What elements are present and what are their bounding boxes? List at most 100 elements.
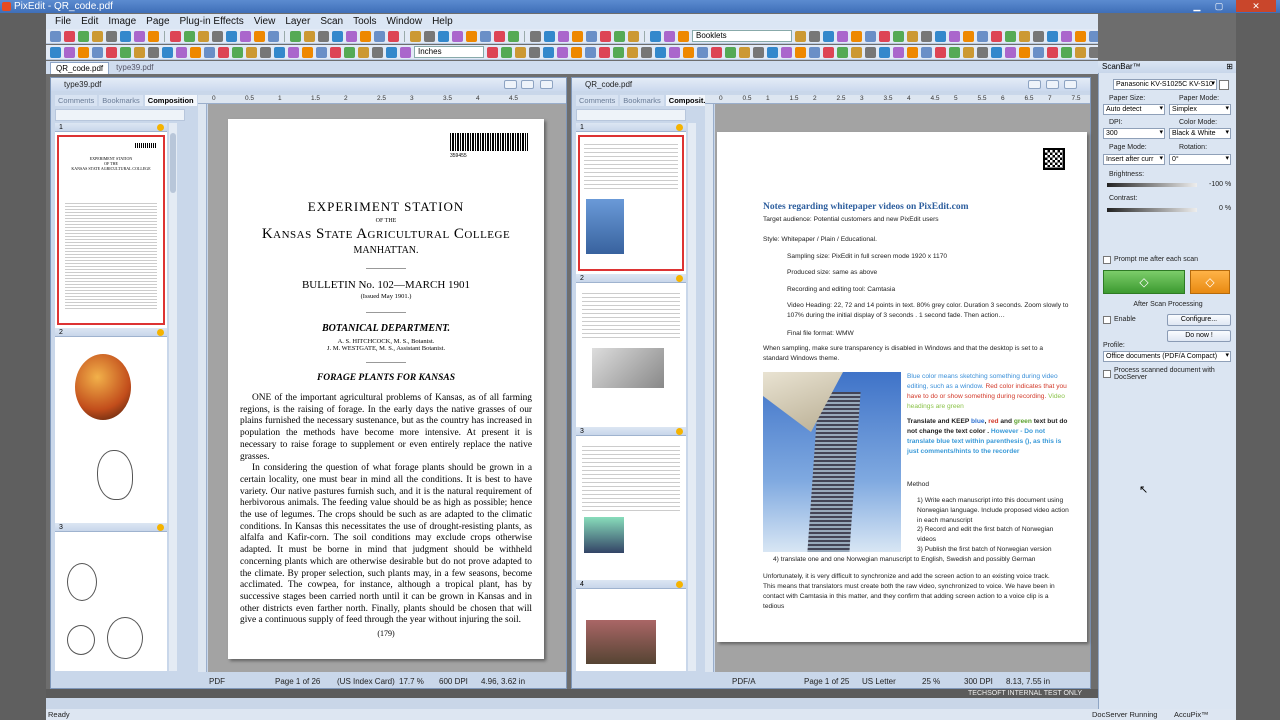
tool-button-icon[interactable]	[318, 30, 329, 42]
paper-size-select[interactable]: Auto detect	[1103, 104, 1165, 115]
tool-button-icon[interactable]	[386, 46, 397, 58]
tab-type39[interactable]: type39.pdf	[111, 62, 158, 74]
tool-button-icon[interactable]	[795, 30, 806, 42]
status-page-size[interactable]: (US Index Card)	[331, 675, 399, 688]
tool-button-icon[interactable]	[865, 46, 876, 58]
tool-button-icon[interactable]	[274, 46, 285, 58]
tool-button-icon[interactable]	[1019, 30, 1030, 42]
profile-combo[interactable]: Booklets	[692, 30, 792, 42]
menu-view[interactable]: View	[249, 16, 281, 27]
tool-button-icon[interactable]	[78, 30, 89, 42]
tool-button-icon[interactable]	[176, 46, 187, 58]
tool-button-icon[interactable]	[78, 46, 89, 58]
thumbnail-page-3[interactable]	[578, 439, 684, 577]
tool-button-icon[interactable]	[600, 30, 611, 42]
tool-button-icon[interactable]	[304, 30, 315, 42]
tool-button-icon[interactable]	[515, 46, 526, 58]
thumbnail-page-2[interactable]	[57, 340, 165, 520]
scanner-select[interactable]: Panasonic KV-S1025C KV-S10	[1113, 79, 1217, 90]
thumbnail-page-3[interactable]	[57, 535, 165, 671]
tool-button-icon[interactable]	[544, 30, 555, 42]
scanner-settings-icon[interactable]	[1219, 80, 1229, 90]
page-mode-select[interactable]: Insert after curr	[1103, 154, 1165, 165]
right-doc-close[interactable]	[1064, 80, 1077, 89]
tool-button-icon[interactable]	[557, 46, 568, 58]
tool-button-icon[interactable]	[64, 46, 75, 58]
tool-button-icon[interactable]	[893, 30, 904, 42]
left-doc-close[interactable]	[540, 80, 553, 89]
dpi-select[interactable]: 300	[1103, 128, 1165, 139]
right-thumb-zoom-slider[interactable]	[576, 109, 686, 121]
tool-button-icon[interactable]	[739, 46, 750, 58]
tool-button-icon[interactable]	[346, 30, 357, 42]
tool-button-icon[interactable]	[452, 30, 463, 42]
tool-button-icon[interactable]	[480, 30, 491, 42]
menu-help[interactable]: Help	[427, 16, 458, 27]
tool-button-icon[interactable]	[260, 46, 271, 58]
tool-button-icon[interactable]	[613, 46, 624, 58]
tool-button-icon[interactable]	[809, 30, 820, 42]
profile-select[interactable]: Office documents (PDF/A Compact)	[1103, 351, 1231, 362]
prompt-checkbox[interactable]	[1103, 256, 1111, 264]
menu-layer[interactable]: Layer	[280, 16, 315, 27]
brightness-slider[interactable]	[1107, 183, 1197, 187]
right-page[interactable]: Notes regarding whitepaper videos on Pix…	[717, 132, 1087, 642]
tool-button-icon[interactable]	[571, 46, 582, 58]
tab-composition[interactable]: Composition	[144, 95, 197, 106]
tool-button-icon[interactable]	[1033, 46, 1044, 58]
tool-button-icon[interactable]	[655, 46, 666, 58]
tool-button-icon[interactable]	[669, 46, 680, 58]
tool-button-icon[interactable]	[823, 46, 834, 58]
tool-button-icon[interactable]	[664, 30, 675, 42]
tool-button-icon[interactable]	[302, 46, 313, 58]
tool-button-icon[interactable]	[697, 46, 708, 58]
tool-button-icon[interactable]	[246, 46, 257, 58]
tool-button-icon[interactable]	[530, 30, 541, 42]
tool-button-icon[interactable]	[358, 46, 369, 58]
tool-button-icon[interactable]	[212, 30, 223, 42]
tool-button-icon[interactable]	[767, 46, 778, 58]
tab-qr-code[interactable]: QR_code.pdf	[50, 62, 110, 74]
tool-button-icon[interactable]	[627, 46, 638, 58]
tool-button-icon[interactable]	[268, 30, 279, 42]
tool-button-icon[interactable]	[494, 30, 505, 42]
status-zoom[interactable]: 17.7 %	[399, 675, 439, 688]
thumbnail-page-4[interactable]	[578, 592, 684, 671]
tool-button-icon[interactable]	[254, 30, 265, 42]
tool-button-icon[interactable]	[170, 30, 181, 42]
units-combo[interactable]: Inches	[414, 46, 484, 58]
tool-button-icon[interactable]	[991, 30, 1002, 42]
maximize-button[interactable]: ▢	[1208, 0, 1230, 12]
tool-button-icon[interactable]	[226, 30, 237, 42]
tool-button-icon[interactable]	[134, 30, 145, 42]
tool-button-icon[interactable]	[837, 30, 848, 42]
tool-button-icon[interactable]	[921, 30, 932, 42]
tool-button-icon[interactable]	[372, 46, 383, 58]
tab-bookmarks[interactable]: Bookmarks	[620, 95, 664, 106]
tool-button-icon[interactable]	[977, 30, 988, 42]
tool-button-icon[interactable]	[963, 30, 974, 42]
tool-button-icon[interactable]	[678, 30, 689, 42]
tool-button-icon[interactable]	[795, 46, 806, 58]
contrast-slider[interactable]	[1107, 208, 1197, 212]
tool-button-icon[interactable]	[963, 46, 974, 58]
scan-append-button[interactable]: ◇	[1190, 270, 1230, 294]
thumb-scrollbar[interactable]	[169, 123, 177, 671]
tool-button-icon[interactable]	[1075, 46, 1086, 58]
tool-button-icon[interactable]	[781, 46, 792, 58]
menu-edit[interactable]: Edit	[76, 16, 103, 27]
status-zoom[interactable]: 25 %	[922, 675, 964, 688]
tool-button-icon[interactable]	[907, 46, 918, 58]
status-page-size[interactable]: US Letter	[854, 675, 922, 688]
tool-button-icon[interactable]	[424, 30, 435, 42]
thumb-scrollbar[interactable]	[688, 123, 696, 671]
tool-button-icon[interactable]	[949, 30, 960, 42]
tool-button-icon[interactable]	[487, 46, 498, 58]
do-now-button[interactable]: Do now !	[1167, 330, 1231, 342]
left-page[interactable]: 359455 EXPERIMENT STATION OF THE Kansas …	[228, 119, 544, 659]
tool-button-icon[interactable]	[204, 46, 215, 58]
tool-button-icon[interactable]	[711, 46, 722, 58]
thumbnail-page-1[interactable]: EXPERIMENT STATION OF THE KANSAS STATE AGR…	[57, 135, 165, 325]
tool-button-icon[interactable]	[400, 46, 411, 58]
tool-button-icon[interactable]	[316, 46, 327, 58]
